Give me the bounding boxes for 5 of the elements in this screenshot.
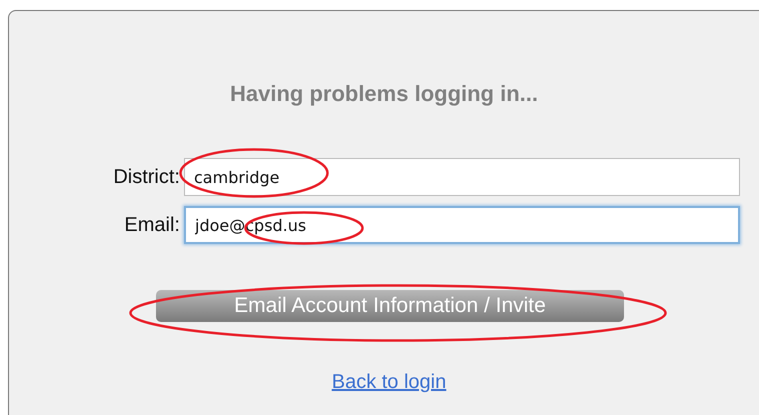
dialog-title: Having problems logging in... [228,81,539,107]
back-link[interactable]: Back to login [332,371,446,393]
field-label: District: [112,166,181,188]
input-field[interactable]: cambridge [184,158,740,196]
field-label: Email: [123,214,181,236]
